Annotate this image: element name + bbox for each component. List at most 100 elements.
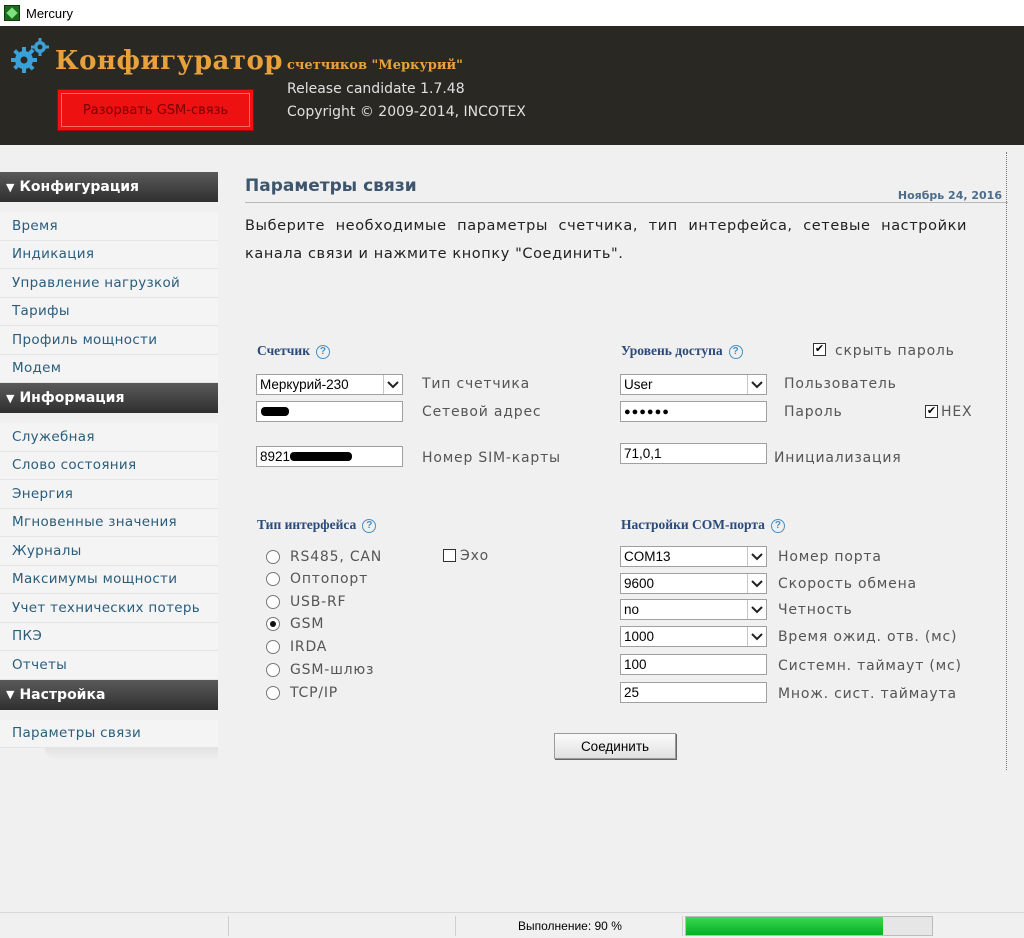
- progress-text: Выполнение: 90 %: [518, 919, 622, 933]
- nav-item-instant-values[interactable]: Мгновенные значения: [0, 508, 218, 537]
- triangle-down-icon: ▼: [6, 391, 15, 405]
- parity-select[interactable]: no: [620, 599, 767, 620]
- baud-rate-label: Скорость обмена: [778, 576, 917, 592]
- radio-rs485-can[interactable]: [266, 550, 280, 564]
- chevron-down-icon[interactable]: [747, 600, 766, 619]
- page-date: Ноябрь 24, 2016: [897, 189, 1002, 202]
- hide-password-checkbox[interactable]: ✔: [813, 343, 826, 356]
- echo-checkbox[interactable]: [443, 549, 456, 562]
- nav-item-power-maximums[interactable]: Максимумы мощности: [0, 565, 218, 594]
- nav-section-settings[interactable]: ▼ Настройка: [0, 679, 218, 710]
- parity-label: Четность: [778, 602, 853, 618]
- radio-optoport[interactable]: [266, 572, 280, 586]
- triangle-down-icon: ▼: [6, 180, 15, 194]
- nav-item-service[interactable]: Служебная: [0, 423, 218, 452]
- init-string-input[interactable]: 71,0,1: [620, 443, 767, 464]
- help-icon[interactable]: ?: [728, 345, 743, 359]
- radio-label-usb-rf: USB-RF: [290, 594, 347, 610]
- hide-password-label: скрыть пароль: [835, 343, 955, 359]
- gears-icon: [11, 38, 49, 73]
- radio-label-tcp-ip: TCP/IP: [290, 685, 339, 701]
- nav-item-logs[interactable]: Журналы: [0, 537, 218, 566]
- meter-type-select[interactable]: Меркурий-230: [256, 374, 403, 395]
- radio-usb-rf[interactable]: [266, 595, 280, 609]
- system-timeout-input[interactable]: 100: [620, 654, 767, 675]
- window-titlebar: Mercury: [0, 0, 1024, 26]
- triangle-down-icon: ▼: [6, 688, 15, 701]
- sim-number-input[interactable]: 8921: [256, 446, 403, 467]
- sim-number-label: Номер SIM-карты: [422, 450, 561, 466]
- password-input[interactable]: ●●●●●●: [620, 401, 767, 422]
- window-title: Mercury: [26, 5, 73, 21]
- radio-label-optoport: Оптопорт: [290, 571, 369, 587]
- hex-checkbox[interactable]: ✔: [925, 405, 938, 418]
- title-divider: [245, 202, 1008, 203]
- interface-type-heading: Тип интерфейса?: [257, 517, 377, 533]
- app-header: Конфигуратор счетчиков "Меркурий" Releas…: [0, 26, 1024, 145]
- chevron-down-icon[interactable]: [747, 574, 766, 593]
- com-settings-heading: Настройки COM-порта?: [621, 517, 785, 533]
- radio-irda[interactable]: [266, 640, 280, 654]
- com-port-label: Номер порта: [778, 549, 882, 565]
- nav-item-pke[interactable]: ПКЭ: [0, 622, 218, 651]
- chevron-down-icon[interactable]: [383, 375, 402, 394]
- network-address-input[interactable]: [256, 401, 403, 422]
- echo-label: Эхо: [460, 548, 490, 564]
- page-title: Параметры связи: [245, 176, 417, 196]
- radio-gsm-gateway[interactable]: [266, 663, 280, 677]
- copyright: Copyright © 2009-2014, INCOTEX: [287, 104, 526, 120]
- response-wait-label: Время ожид. отв. (мс): [778, 629, 958, 645]
- nav-section-information[interactable]: ▼ Информация: [0, 383, 218, 413]
- radio-label-gsm-gateway: GSM-шлюз: [290, 662, 375, 678]
- hex-label: HEX: [941, 404, 973, 420]
- nav-item-energy[interactable]: Энергия: [0, 480, 218, 509]
- nav-item-power-profile[interactable]: Профиль мощности: [0, 326, 218, 355]
- nav-section-configuration[interactable]: ▼ Конфигурация: [0, 172, 218, 202]
- chevron-down-icon[interactable]: [747, 375, 766, 394]
- redacted-value: [290, 452, 353, 461]
- nav-item-tariffs[interactable]: Тарифы: [0, 297, 218, 326]
- response-wait-select[interactable]: 1000: [620, 626, 767, 647]
- help-icon[interactable]: ?: [315, 345, 330, 359]
- help-icon[interactable]: ?: [362, 519, 377, 533]
- app-icon: [4, 5, 20, 21]
- nav-item-time[interactable]: Время: [0, 212, 218, 241]
- main-content: Параметры связи Ноябрь 24, 2016 Выберите…: [218, 172, 1008, 772]
- help-icon[interactable]: ?: [770, 519, 785, 533]
- nav-item-modem[interactable]: Модем: [0, 354, 218, 383]
- com-port-select[interactable]: COM13: [620, 546, 767, 567]
- connect-button[interactable]: Соединить: [554, 733, 676, 759]
- brand-subtitle: счетчиков "Меркурий": [287, 58, 463, 73]
- nav-item-technical-losses[interactable]: Учет технических потерь: [0, 594, 218, 623]
- baud-rate-select[interactable]: 9600: [620, 573, 767, 594]
- timeout-multiplier-label: Множ. сист. таймаута: [778, 686, 957, 702]
- nav-item-load-control[interactable]: Управление нагрузкой: [0, 269, 218, 298]
- meter-type-label: Тип счетчика: [422, 376, 530, 392]
- intro-text: Выберите необходимые параметры счетчика,…: [245, 218, 967, 262]
- timeout-multiplier-input[interactable]: 25: [620, 682, 767, 703]
- radio-label-irda: IRDA: [290, 639, 328, 655]
- nav-item-display[interactable]: Индикация: [0, 240, 218, 269]
- radio-label-rs485-can: RS485, CAN: [290, 549, 383, 565]
- access-level-heading: Уровень доступа?: [621, 343, 743, 359]
- radio-tcp-ip[interactable]: [266, 686, 280, 700]
- status-bar: Выполнение: 90 %: [0, 912, 1024, 938]
- nav-item-status-word[interactable]: Слово состояния: [0, 451, 218, 480]
- system-timeout-label: Системн. таймаут (мс): [778, 658, 962, 674]
- chevron-down-icon[interactable]: [747, 547, 766, 566]
- radio-gsm[interactable]: [266, 617, 280, 631]
- network-address-label: Сетевой адрес: [422, 404, 542, 420]
- chevron-down-icon[interactable]: [747, 627, 766, 646]
- brand-title: Конфигуратор: [55, 46, 283, 76]
- user-label: Пользователь: [784, 376, 897, 392]
- progress-bar: [685, 916, 933, 936]
- init-string-label: Инициализация: [774, 450, 902, 466]
- access-user-select[interactable]: User: [620, 374, 767, 395]
- disconnect-gsm-button[interactable]: Разорвать GSM-связь: [57, 89, 254, 131]
- meter-heading: Счетчик?: [257, 343, 330, 359]
- redacted-value: [261, 407, 289, 416]
- nav-item-connection-params[interactable]: Параметры связи: [0, 719, 218, 748]
- password-label: Пароль: [784, 404, 843, 420]
- nav-item-reports[interactable]: Отчеты: [0, 651, 218, 680]
- nav-bottom-decoration: [0, 748, 218, 762]
